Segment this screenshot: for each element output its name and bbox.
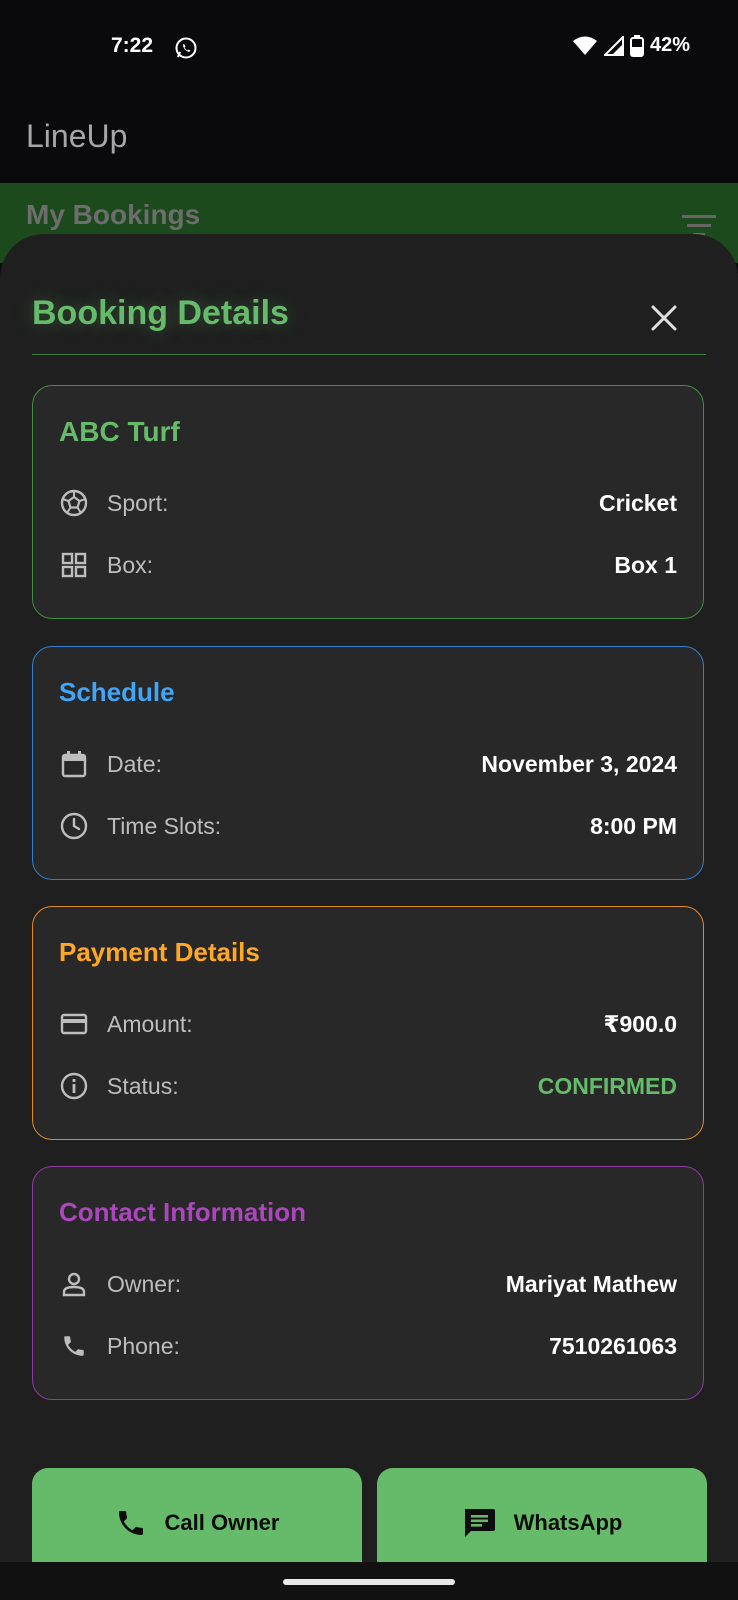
whatsapp-icon bbox=[174, 36, 198, 60]
app-bar: LineUp bbox=[0, 96, 738, 183]
status-badge: CONFIRMED bbox=[537, 1072, 677, 1099]
date-label: Date: bbox=[107, 750, 162, 777]
close-icon[interactable] bbox=[650, 304, 678, 332]
sport-value: Cricket bbox=[599, 489, 677, 516]
phone-icon bbox=[59, 1331, 89, 1361]
calendar-icon bbox=[59, 749, 89, 779]
phone-label: Phone: bbox=[107, 1332, 180, 1359]
amount-label: Amount: bbox=[107, 1010, 193, 1037]
sport-label: Sport: bbox=[107, 489, 169, 516]
date-value: November 3, 2024 bbox=[481, 750, 677, 777]
signal-icon bbox=[603, 35, 624, 56]
info-icon bbox=[59, 1071, 89, 1101]
owner-value: Mariyat Mathew bbox=[505, 1270, 677, 1297]
venue-name: ABC Turf bbox=[59, 416, 180, 447]
payment-title: Payment Details bbox=[59, 937, 260, 967]
contact-card: Contact Information Owner: Mariyat Mathe… bbox=[32, 1166, 704, 1400]
page-title: My Bookings bbox=[26, 199, 201, 230]
schedule-card: Schedule Date: November 3, 2024 Time Slo… bbox=[32, 646, 704, 880]
time-label: Time Slots: bbox=[107, 812, 222, 839]
home-gesture-handle[interactable] bbox=[283, 1579, 455, 1585]
status-indicators: 42% bbox=[572, 34, 690, 57]
amount-row: Amount: ₹900.0 bbox=[59, 1004, 677, 1044]
app-title: LineUp bbox=[26, 118, 128, 154]
grid-icon bbox=[59, 550, 89, 580]
time-row: Time Slots: 8:00 PM bbox=[59, 806, 677, 846]
sport-row: Sport: Cricket bbox=[59, 483, 677, 523]
time-value: 8:00 PM bbox=[590, 812, 677, 839]
header-divider bbox=[32, 354, 706, 355]
owner-row: Owner: Mariyat Mathew bbox=[59, 1264, 677, 1304]
status-bar: 7:22 42% bbox=[0, 0, 738, 96]
box-row: Box: Box 1 bbox=[59, 545, 677, 585]
sheet-header: Booking Details bbox=[32, 254, 706, 350]
clock-icon bbox=[59, 811, 89, 841]
venue-card: ABC Turf Sport: Cricket Box: Box 1 bbox=[32, 385, 704, 619]
date-row: Date: November 3, 2024 bbox=[59, 744, 677, 784]
message-icon bbox=[462, 1507, 496, 1539]
status-row: Status: CONFIRMED bbox=[59, 1066, 677, 1106]
person-icon bbox=[59, 1269, 89, 1299]
phone-value: 7510261063 bbox=[549, 1332, 677, 1359]
system-nav-bar bbox=[0, 1562, 738, 1600]
schedule-title: Schedule bbox=[59, 677, 175, 707]
sheet-title: Booking Details bbox=[32, 294, 289, 332]
call-owner-label: Call Owner bbox=[164, 1510, 280, 1535]
box-value: Box 1 bbox=[614, 551, 677, 578]
contact-title: Contact Information bbox=[59, 1197, 306, 1227]
credit-card-icon bbox=[59, 1009, 89, 1039]
owner-label: Owner: bbox=[107, 1270, 182, 1297]
phone-icon bbox=[115, 1507, 147, 1539]
status-label: Status: bbox=[107, 1072, 179, 1099]
sport-icon bbox=[59, 488, 89, 518]
whatsapp-label: WhatsApp bbox=[513, 1510, 623, 1535]
battery-icon bbox=[629, 34, 644, 57]
amount-value: ₹900.0 bbox=[603, 1010, 677, 1037]
payment-card: Payment Details Amount: ₹900.0 Status: C… bbox=[32, 906, 704, 1140]
battery-percent: 42% bbox=[649, 34, 690, 56]
booking-details-sheet: Booking Details ABC Turf Sport: Cricket … bbox=[0, 234, 738, 1600]
box-label: Box: bbox=[107, 551, 154, 578]
phone-row: Phone: 7510261063 bbox=[59, 1326, 677, 1366]
wifi-icon bbox=[572, 36, 598, 56]
status-time: 7:22 bbox=[111, 34, 154, 57]
